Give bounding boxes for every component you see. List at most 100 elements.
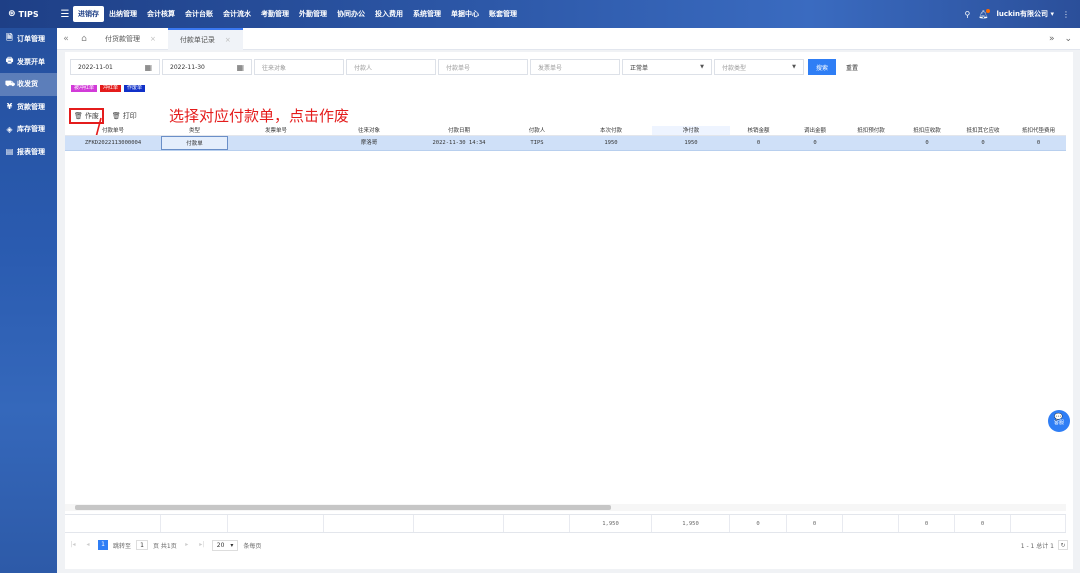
top-nav-item-expense[interactable]: 投入费用 [370,6,408,22]
top-nav-item-attendance[interactable]: 考勤管理 [256,6,294,22]
tab-payment-management[interactable]: 付货款管理 × [93,28,168,50]
prev-page-icon[interactable]: ◂ [83,540,93,550]
double-chevron-right-icon[interactable]: » [1049,34,1055,44]
search-button[interactable]: 搜索 [808,59,837,75]
total-cell [843,515,899,532]
col-header-current-payment[interactable]: 本次付款 [570,126,652,135]
top-nav-item-field[interactable]: 外勤管理 [294,6,332,22]
refresh-icon[interactable]: ↻ [1058,540,1068,550]
col-header-transfer-out[interactable]: 调出金额 [787,126,843,135]
sidebar-item-shipping[interactable]: ⛟ 收发货 [0,73,57,96]
cell-deduct-receivable: 0 [925,140,929,146]
col-header-deduct-other[interactable]: 抵扣其它应收 [955,126,1011,135]
app-logo[interactable]: ⊛ TIPS [0,9,57,19]
cell-deduct-advance: 0 [1036,140,1041,146]
top-right-tools: ⚲ 🔔︎ luckin有限公司 ▾ ⋮ [964,8,1080,19]
reset-button[interactable]: 重置 [838,59,866,75]
search-icon[interactable]: ⚲ [964,10,970,19]
dropdown-arrow-icon: ▼ [700,64,704,70]
payment-number-placeholder: 付款单号 [446,64,471,72]
tab-payment-records[interactable]: 付款单记录 × [167,27,243,50]
first-page-icon[interactable]: |◂ [68,540,78,550]
col-header-type[interactable]: 类型 [161,126,228,135]
col-header-deduct-prepaid[interactable]: 抵扣预付款 [843,126,899,135]
table-row[interactable]: ZFKD2022113000004 付款单 摩洛哥 2022-11-30 14:… [65,136,1066,151]
total-cell [504,515,570,532]
col-header-writeoff[interactable]: 核销金额 [730,126,787,135]
horizontal-scrollbar[interactable] [65,504,1066,511]
top-nav-item-inventory[interactable]: 进销存 [73,6,104,22]
top-nav-item-accounting[interactable]: 会计核算 [142,6,180,22]
payment-number-input[interactable]: 付款单号 [438,59,528,75]
sidebar-item-orders[interactable]: 🗎 订单管理 [0,28,57,51]
invoice-number-placeholder: 发票单号 [538,64,563,72]
page-total-label: 页 共1页 [153,542,177,550]
cell-deduct-other: 0 [981,140,985,146]
top-nav-item-journal[interactable]: 会计流水 [218,6,256,22]
more-icon[interactable]: ⋮ [1062,10,1070,19]
goto-page-input[interactable]: 1 [136,540,149,550]
total-writeoff: 0 [730,515,787,532]
dropdown-arrow-icon: ▼ [792,64,796,70]
payment-type-select[interactable]: 付款类型 ▼ [714,59,804,75]
bell-icon[interactable]: 🔔︎ [978,8,991,19]
cell-deduct-prepaid [843,136,899,150]
tutorial-annotation: 选择对应付款单，点击作废 [169,107,350,125]
page-size-select[interactable]: 20 ▾ [211,539,239,551]
col-header-invoice-no[interactable]: 发票单号 [228,126,324,135]
close-icon[interactable]: × [225,30,231,50]
vertical-scrollbar[interactable] [1066,126,1073,562]
document-type-select[interactable]: 正常单 ▼ [622,59,712,75]
next-page-icon[interactable]: ▸ [182,540,192,550]
home-icon[interactable]: ⌂ [75,34,93,44]
top-nav-item-office[interactable]: 协同办公 [332,6,370,22]
pager-summary: 1 - 1 总计 1 ↻ [1021,540,1068,550]
invoice-number-input[interactable]: 发票单号 [530,59,620,75]
date-end-value: 2022-11-30 [170,63,205,71]
sidebar-item-invoice[interactable]: 🖶 发票开单 [0,51,57,74]
payment-type-placeholder: 付款类型 [722,64,747,72]
status-legend: 被冲红单 冲红单 作废单 [71,85,146,92]
user-menu[interactable]: luckin有限公司 ▾ [996,9,1054,19]
top-nav-item-system[interactable]: 系统管理 [408,6,446,22]
cell-payment-no: ZFKD2022113000004 [84,140,142,146]
customer-service-button[interactable]: 客服 [1048,410,1070,432]
top-nav-item-documents[interactable]: 单据中心 [446,6,484,22]
partner-input[interactable]: 往来对象 [254,59,344,75]
payer-placeholder: 付款人 [354,64,373,72]
top-nav-item-cashier[interactable]: 出纳管理 [104,6,142,22]
col-header-deduct-advance[interactable]: 抵扣代垫费用 [1011,126,1066,135]
col-header-net-payment[interactable]: 净付款 [652,126,730,135]
total-cell [65,515,161,532]
col-header-payer[interactable]: 付款人 [504,126,570,135]
sidebar-item-reports[interactable]: ▤ 报表管理 [0,141,57,164]
cell-partner: 摩洛哥 [360,140,378,146]
payer-input[interactable]: 付款人 [346,59,436,75]
calendar-icon: ▦ [144,62,152,72]
horizontal-scroll-thumb[interactable] [75,505,611,510]
close-icon[interactable]: × [150,28,156,50]
col-header-deduct-receivable[interactable]: 抵扣应收款 [899,126,955,135]
col-header-payment-no[interactable]: 付款单号 [65,126,161,135]
total-deduct-receivable: 0 [899,515,955,532]
last-page-icon[interactable]: ▸| [197,540,207,550]
date-end-field[interactable]: 2022-11-30 ▦ [162,59,252,75]
sidebar-item-stock[interactable]: ◈ 库存管理 [0,118,57,141]
tab-bar: « ⌂ 付货款管理 × 付款单记录 × » ⌄ [57,27,1080,50]
collapse-left-icon[interactable]: « [57,34,75,44]
top-nav-item-ledger[interactable]: 会计台账 [180,6,218,22]
trash-icon: 🗑︎ [74,112,83,120]
page-current[interactable]: 1 [98,540,108,550]
date-start-field[interactable]: 2022-11-01 ▦ [70,59,160,75]
top-nav-item-accounts[interactable]: 账套管理 [484,6,522,22]
menu-toggle-icon[interactable]: ☰ [57,9,73,20]
chevron-down-icon[interactable]: ⌄ [1064,34,1072,44]
report-icon: ▤ [5,147,14,157]
sidebar-item-payments[interactable]: ¥ 货款管理 [0,96,57,119]
table-header-row: 付款单号 类型 发票单号 往来对象 付款日期 付款人 本次付款 净付款 核销金额… [65,126,1066,136]
col-header-partner[interactable]: 往来对象 [324,126,414,135]
cell-payment-date: 2022-11-30 14:34 [432,140,486,146]
filter-bar: 2022-11-01 ▦ 2022-11-30 ▦ 往来对象 付款人 付款单号 … [70,59,866,75]
app-logo-text: TIPS [18,9,39,19]
col-header-payment-date[interactable]: 付款日期 [414,126,504,135]
